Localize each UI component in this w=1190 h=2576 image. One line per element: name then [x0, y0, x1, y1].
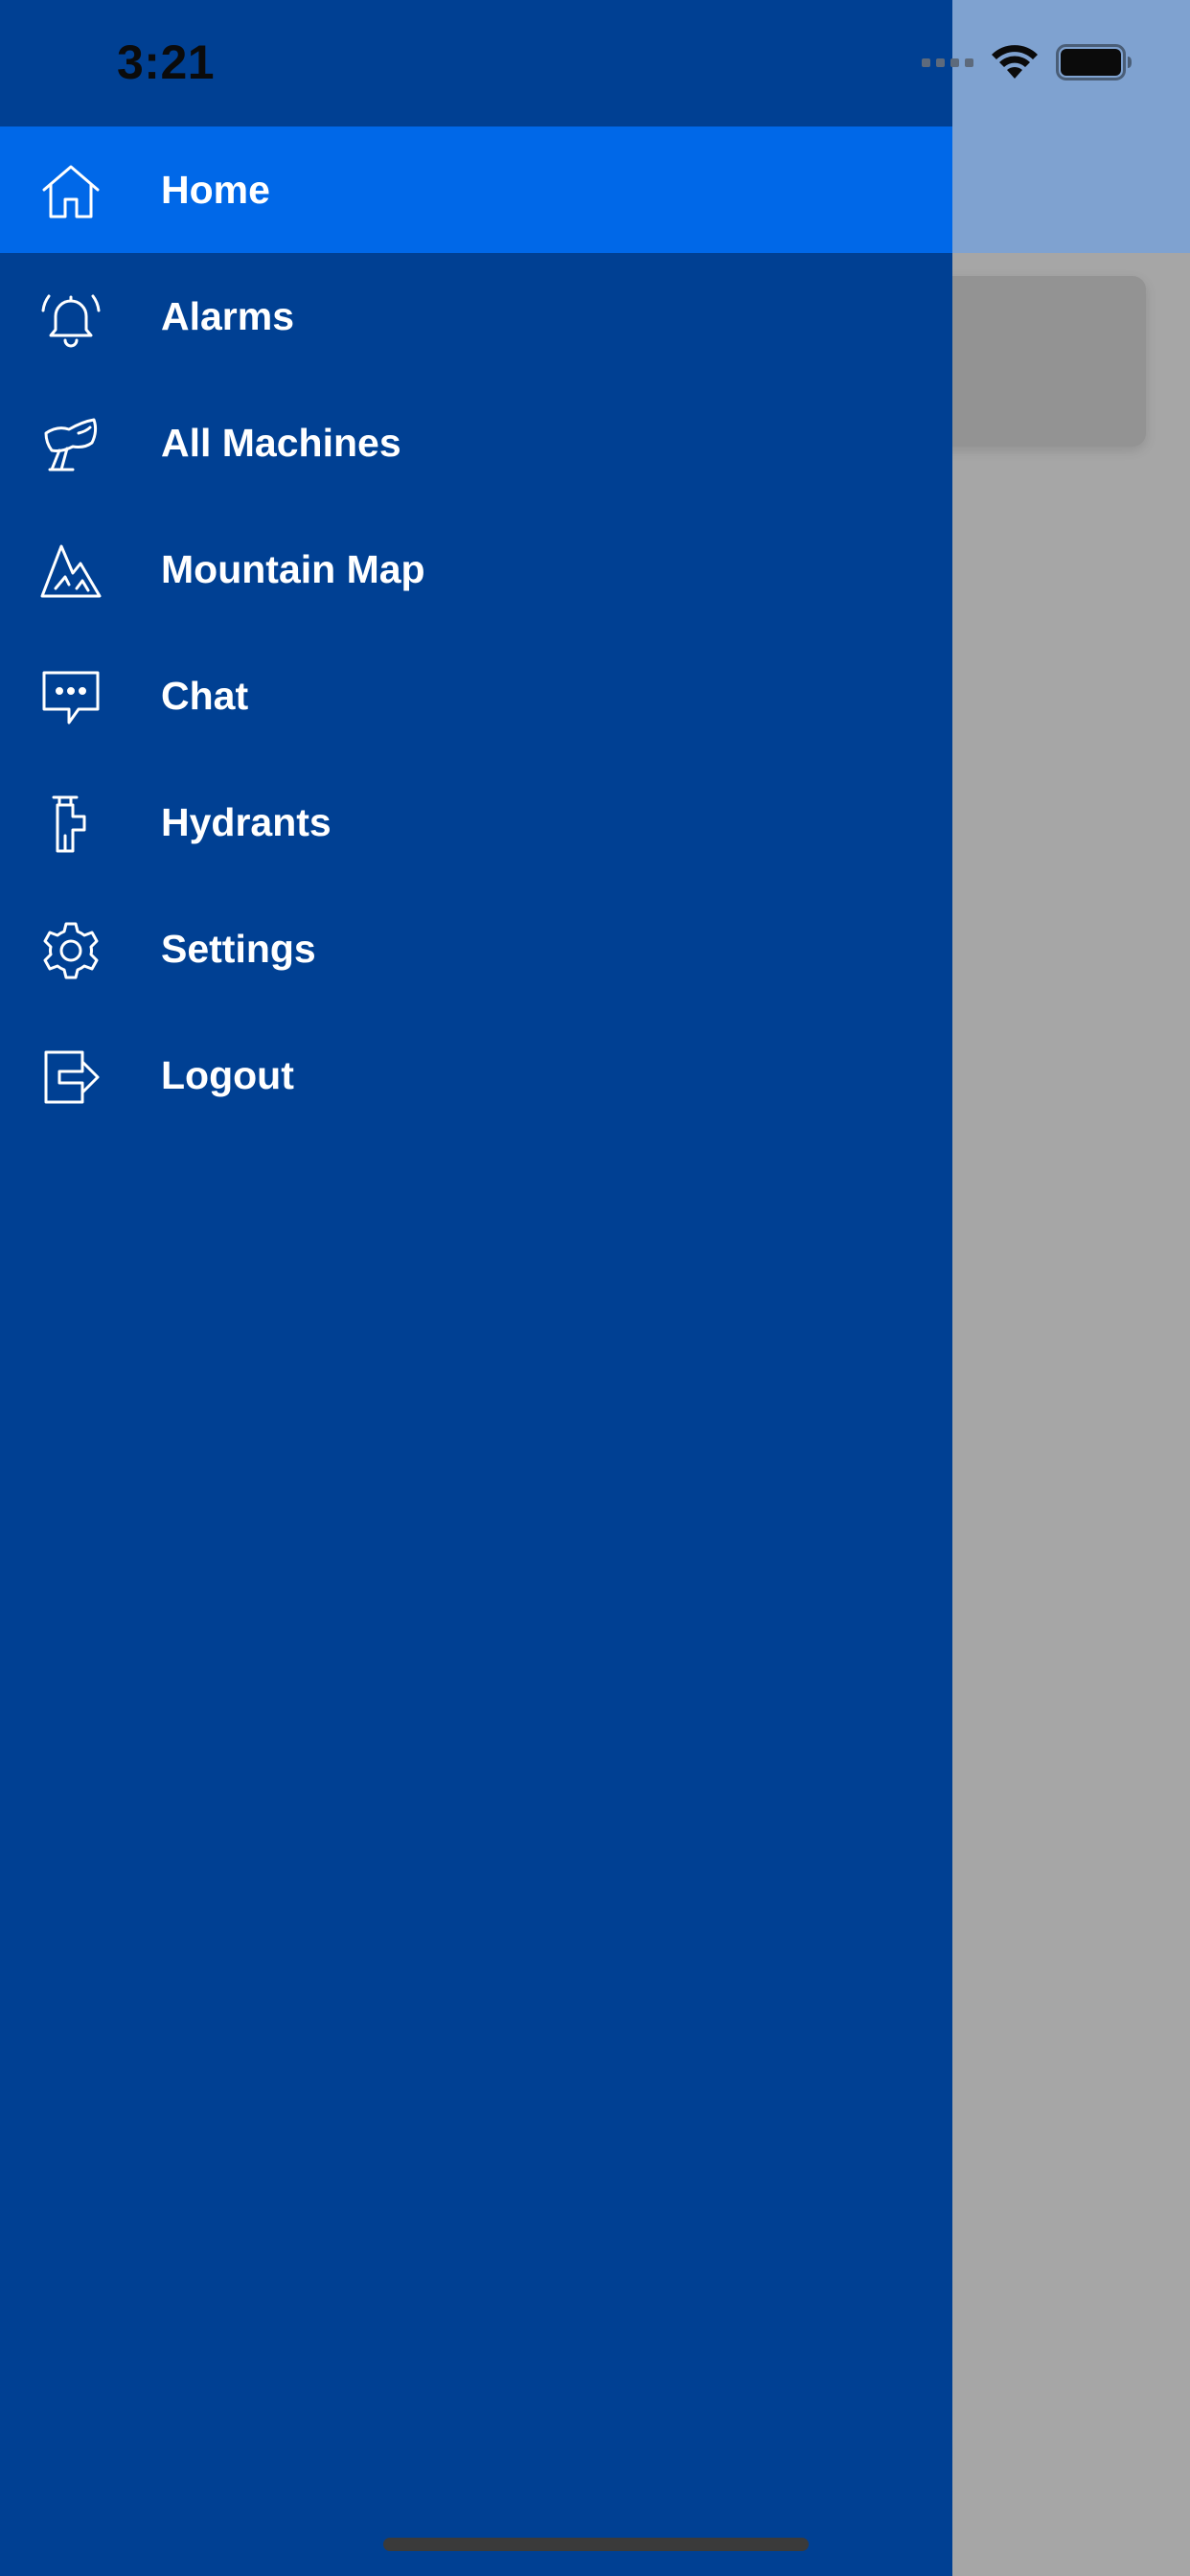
menu-item-home[interactable]: Home — [0, 126, 952, 253]
menu-item-all-machines[interactable]: All Machines — [0, 380, 952, 506]
menu-item-settings[interactable]: Settings — [0, 886, 952, 1012]
snow-machine-icon — [40, 414, 102, 475]
hydrant-icon — [40, 794, 102, 855]
home-indicator[interactable] — [383, 2538, 809, 2551]
menu-item-label: Alarms — [161, 294, 295, 338]
menu-item-mountain-map[interactable]: Mountain Map — [0, 506, 952, 632]
menu-item-chat[interactable]: Chat — [0, 632, 952, 759]
menu-item-hydrants[interactable]: Hydrants — [0, 759, 952, 886]
mountain-icon — [40, 540, 102, 602]
menu-item-label: Chat — [161, 674, 249, 718]
menu-item-label: Settings — [161, 927, 316, 971]
home-icon — [40, 161, 102, 222]
drawer-menu: Home Alarms All Machines Mountain Map Ch… — [0, 126, 952, 1138]
chat-bubble-icon — [40, 667, 102, 728]
menu-item-label: Home — [161, 168, 270, 212]
menu-item-logout[interactable]: Logout — [0, 1012, 952, 1138]
menu-item-label: Mountain Map — [161, 547, 425, 591]
navigation-drawer: Home Alarms All Machines Mountain Map Ch… — [0, 0, 952, 2576]
menu-item-label: Hydrants — [161, 800, 332, 844]
bell-icon — [40, 288, 102, 349]
background-card — [920, 276, 1146, 447]
logout-icon — [40, 1046, 102, 1108]
menu-item-label: Logout — [161, 1053, 294, 1097]
menu-item-label: All Machines — [161, 421, 401, 465]
gear-icon — [40, 920, 102, 981]
menu-item-alarms[interactable]: Alarms — [0, 253, 952, 380]
